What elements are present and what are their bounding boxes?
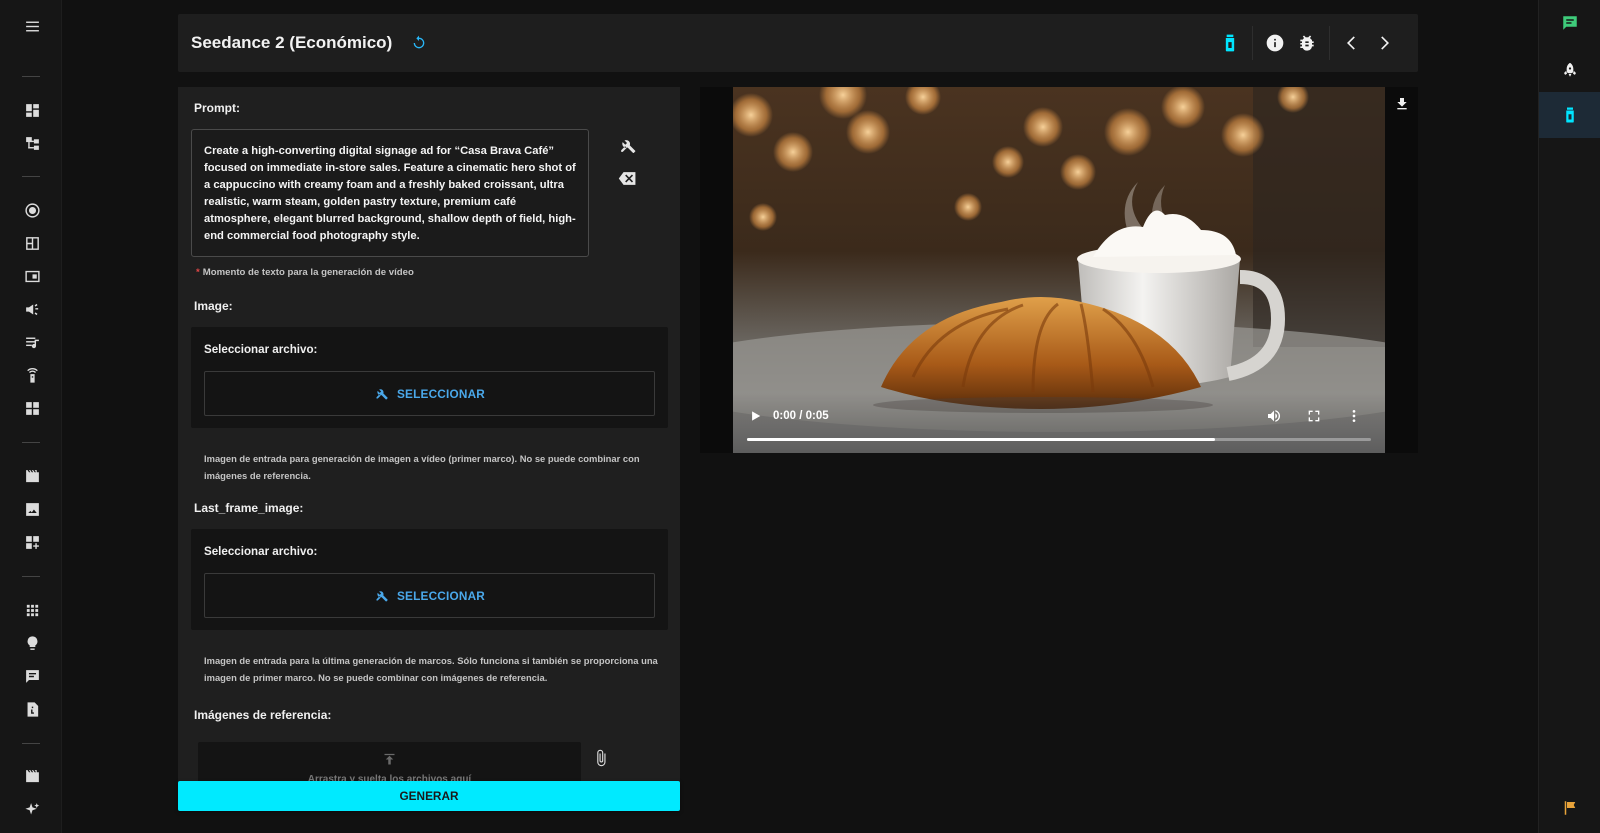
remote-icon[interactable]	[19, 362, 45, 388]
prompt-textarea[interactable]: Create a high-converting digital signage…	[191, 129, 589, 257]
bug-icon[interactable]	[1291, 27, 1323, 59]
generate-button[interactable]: GENERAR	[178, 781, 680, 811]
last-frame-select-label: SELECCIONAR	[396, 588, 486, 603]
page-header: Seedance 2 (Económico)	[178, 14, 1418, 72]
video-time: 0:00 / 0:05	[773, 410, 829, 422]
backspace-icon[interactable]	[616, 167, 638, 189]
video-progress-fill	[747, 438, 1215, 441]
add-widget-icon[interactable]	[19, 529, 45, 555]
chevron-right-icon[interactable]	[1368, 27, 1400, 59]
dashboard-icon[interactable]	[19, 97, 45, 123]
flag-icon[interactable]	[1539, 786, 1600, 830]
menu-icon[interactable]	[19, 13, 45, 39]
video-preview-panel: 0:00 / 0:05	[700, 87, 1418, 453]
sparkle-icon[interactable]	[19, 796, 45, 822]
chevron-left-icon[interactable]	[1336, 27, 1368, 59]
more-options-icon[interactable]	[1345, 407, 1363, 425]
header-divider	[1252, 26, 1253, 60]
bulb-icon[interactable]	[19, 630, 45, 656]
image-icon[interactable]	[19, 496, 45, 522]
apps-icon[interactable]	[19, 597, 45, 623]
last-frame-description: Imagen de entrada para la última generac…	[204, 655, 658, 683]
refresh-icon[interactable]	[410, 34, 428, 52]
rocket-icon[interactable]	[1539, 48, 1600, 92]
upload-icon	[384, 753, 395, 765]
page-title: Seedance 2 (Económico)	[191, 33, 393, 52]
document-icon[interactable]	[19, 696, 45, 722]
widgets-icon[interactable]	[19, 395, 45, 421]
layout-icon[interactable]	[19, 230, 45, 256]
prompt-hint-text: Momento de texto para la generación de v…	[202, 267, 414, 278]
volume-icon[interactable]	[1265, 407, 1283, 425]
chat-icon[interactable]	[19, 663, 45, 689]
right-rail	[1538, 0, 1600, 833]
image-file-card: Seleccionar archivo: SELECCIONAR	[191, 327, 668, 428]
tools-icon[interactable]	[616, 134, 638, 156]
image-select-label: SELECCIONAR	[396, 386, 486, 401]
nav-divider	[22, 576, 40, 577]
prompt-hint: * Momento de texto para la generación de …	[196, 267, 414, 278]
tools-icon	[376, 389, 388, 400]
nav-divider	[22, 743, 40, 744]
last-frame-card-label: Seleccionar archivo:	[204, 545, 318, 558]
last-frame-file-card: Seleccionar archivo: SELECCIONAR	[191, 529, 668, 630]
video-progress-bar[interactable]	[747, 438, 1371, 441]
prompt-label: Prompt:	[194, 101, 240, 115]
chat-icon[interactable]	[1539, 1, 1600, 45]
fullscreen-icon[interactable]	[1305, 407, 1323, 425]
last-frame-select-button[interactable]: SELECCIONAR	[204, 573, 655, 618]
bottle-icon[interactable]	[1539, 92, 1600, 138]
record-icon[interactable]	[19, 197, 45, 223]
last-frame-label: Last_frame_image:	[194, 501, 304, 515]
download-icon[interactable]	[1385, 87, 1418, 120]
picture-in-picture-icon[interactable]	[19, 263, 45, 289]
hierarchy-icon[interactable]	[19, 130, 45, 156]
nav-divider	[22, 76, 40, 77]
tools-icon	[376, 591, 388, 602]
left-nav-rail	[0, 0, 62, 833]
movie-icon[interactable]	[19, 463, 45, 489]
image-label: Image:	[194, 299, 233, 313]
header-actions	[1214, 14, 1400, 72]
image-select-button[interactable]: SELECCIONAR	[204, 371, 655, 416]
video-player[interactable]: 0:00 / 0:05	[733, 87, 1385, 453]
info-icon[interactable]	[1259, 27, 1291, 59]
image-description: Imagen de entrada para generación de ima…	[204, 453, 640, 481]
video-controls: 0:00 / 0:05	[733, 393, 1385, 453]
image-card-label: Seleccionar archivo:	[204, 343, 318, 356]
bottle-icon[interactable]	[1214, 27, 1246, 59]
generation-form: Prompt: Create a high-converting digital…	[178, 87, 680, 807]
nav-divider	[22, 176, 40, 177]
play-icon[interactable]	[747, 408, 763, 424]
playlist-icon[interactable]	[19, 329, 45, 355]
header-divider	[1329, 26, 1330, 60]
attach-icon[interactable]	[590, 747, 612, 769]
reference-images-label: Imágenes de referencia:	[194, 708, 332, 722]
app-root: Seedance 2 (Económico) Prompt: Create a …	[0, 0, 1600, 833]
nav-divider	[22, 442, 40, 443]
campaign-icon[interactable]	[19, 296, 45, 322]
movie-icon[interactable]	[19, 763, 45, 789]
